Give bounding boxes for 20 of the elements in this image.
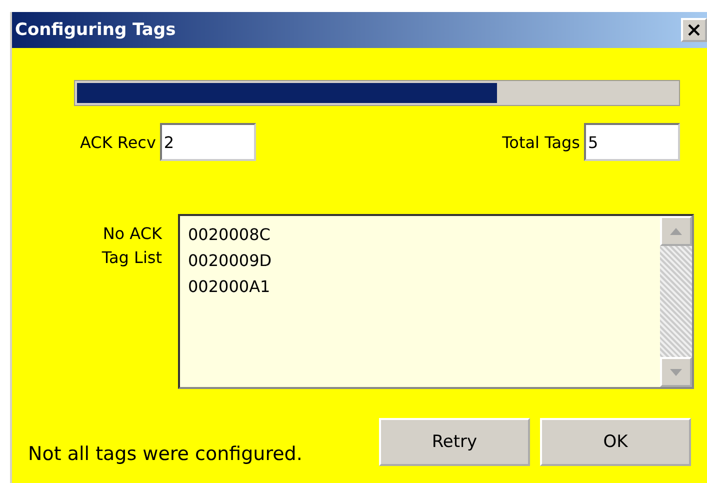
scroll-up-button[interactable]	[660, 216, 692, 246]
total-tags-label: Total Tags	[502, 132, 580, 152]
scroll-down-button[interactable]	[660, 357, 692, 387]
close-button[interactable]	[681, 18, 707, 42]
ack-recv-label: ACK Recv	[80, 132, 156, 152]
up-arrow-icon	[670, 228, 682, 234]
tag-list[interactable]: 0020008C 0020009D 002000A1	[178, 214, 694, 389]
list-label: No ACK Tag List	[100, 223, 162, 269]
ok-button[interactable]: OK	[540, 418, 691, 466]
tag-item[interactable]: 0020008C	[188, 222, 652, 248]
scrollbar[interactable]	[660, 216, 692, 387]
status-message: Not all tags were configured.	[28, 443, 304, 465]
window-title: Configuring Tags	[15, 20, 176, 40]
total-tags-field[interactable]: 5	[584, 123, 680, 161]
close-icon	[687, 24, 701, 36]
tag-item[interactable]: 0020009D	[188, 248, 652, 274]
tag-item[interactable]: 002000A1	[188, 274, 652, 300]
ack-recv-field[interactable]: 2	[160, 123, 256, 161]
down-arrow-icon	[670, 368, 682, 376]
retry-button[interactable]: Retry	[379, 418, 530, 466]
